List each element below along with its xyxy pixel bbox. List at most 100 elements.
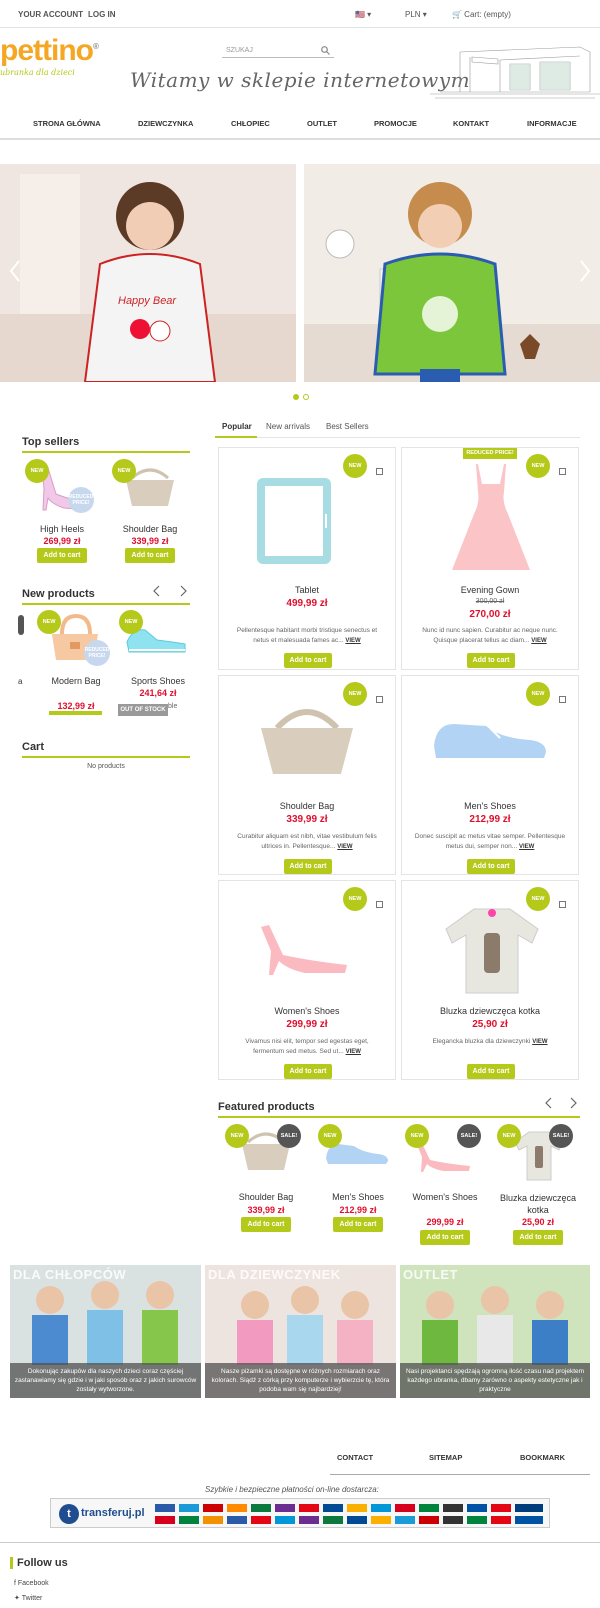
tab-popular[interactable]: Popular <box>222 422 252 431</box>
menu-item-home[interactable]: STRONA GŁÓWNA <box>33 119 101 128</box>
product-card[interactable]: NEW Men's Shoes 212,99 zł Donec suscipit… <box>401 675 579 875</box>
add-to-cart-button[interactable]: Add to cart <box>284 1064 332 1079</box>
view-link[interactable]: VIEW <box>519 844 534 850</box>
top-bar: YOUR ACCOUNT LOG IN 🇺🇸 ▾ PLN ▾ 🛒 Cart: (… <box>0 0 600 28</box>
login-link[interactable]: LOG IN <box>88 10 116 19</box>
view-link[interactable]: VIEW <box>346 1049 361 1055</box>
banner-caption: Nasi projektanci spędzają ogromną ilość … <box>400 1363 590 1398</box>
product-name[interactable]: Shoulder Bag <box>222 1192 310 1202</box>
new-badge: NEW <box>343 454 367 478</box>
product-name[interactable]: Modern Bag <box>36 676 116 686</box>
product-name[interactable]: High Heels <box>22 524 102 534</box>
carousel-prev-icon[interactable] <box>153 585 161 597</box>
slider-next-arrow-icon[interactable] <box>578 259 592 283</box>
partial-product-image <box>18 615 24 635</box>
product-name[interactable]: Bluzka dziewczęca kotka <box>402 1006 578 1016</box>
add-to-cart-button[interactable]: Add to cart <box>284 859 332 874</box>
view-link[interactable]: VIEW <box>337 844 352 850</box>
compare-checkbox[interactable] <box>559 901 566 908</box>
product-name[interactable]: Shoulder Bag <box>219 801 395 811</box>
compare-checkbox[interactable] <box>376 901 383 908</box>
product-name[interactable]: Sports Shoes <box>118 676 198 686</box>
your-account-link[interactable]: YOUR ACCOUNT <box>18 10 83 19</box>
menu-item-boy[interactable]: CHŁOPIEC <box>231 119 270 128</box>
tab-best-sellers[interactable]: Best Sellers <box>326 422 369 431</box>
new-badge: NEW <box>37 610 61 634</box>
product-name[interactable]: Women's Shoes <box>219 1006 395 1016</box>
product-card[interactable]: NEW Tablet 499,99 zł Pellentesque habita… <box>218 447 396 670</box>
logo-tagline: ubranka dla dzieci <box>0 68 75 77</box>
sale-badge: SALE! <box>277 1124 301 1148</box>
add-to-cart-button[interactable]: Add to cart <box>37 548 87 563</box>
view-link[interactable]: VIEW <box>532 1039 547 1045</box>
add-to-cart-button[interactable]: Add to cart <box>467 653 515 668</box>
product-name[interactable]: Men's Shoes <box>314 1192 402 1202</box>
add-to-cart-button-partial[interactable] <box>49 711 102 715</box>
product-name[interactable]: Shoulder Bag <box>110 524 190 534</box>
add-to-cart-button[interactable]: Add to cart <box>420 1230 470 1245</box>
add-to-cart-button[interactable]: Add to cart <box>333 1217 383 1232</box>
search-box: SZUKAJ <box>222 44 334 58</box>
product-name[interactable]: Men's Shoes <box>402 801 578 811</box>
view-link[interactable]: VIEW <box>531 638 546 644</box>
product-card[interactable]: REDUCED PRICE! NEW Evening Gown 300,00 z… <box>401 447 579 670</box>
add-to-cart-button[interactable]: Add to cart <box>125 548 175 563</box>
compare-checkbox[interactable] <box>376 696 383 703</box>
footer-bottom-divider <box>0 1542 600 1543</box>
carousel-next-icon[interactable] <box>179 585 187 597</box>
payments-text: Szybkie i bezpieczne płatności on-line d… <box>205 1485 379 1494</box>
menu-item-girl[interactable]: DZIEWCZYNKA <box>138 119 193 128</box>
add-to-cart-button[interactable]: Add to cart <box>467 859 515 874</box>
search-icon[interactable] <box>321 46 330 55</box>
bank-logos-image <box>155 1504 543 1524</box>
menu-item-outlet[interactable]: OUTLET <box>307 119 337 128</box>
payments-banner[interactable]: t transferuj.pl <box>50 1498 550 1528</box>
currency-select[interactable]: PLN ▾ <box>405 10 427 19</box>
out-of-stock-label: OUT OF STOCK <box>118 704 168 716</box>
logo[interactable]: pettino® ubranka dla dzieci <box>0 34 125 84</box>
menu-item-promotions[interactable]: PROMOCJE <box>374 119 417 128</box>
banner-girls[interactable]: DLA DZIEWCZYNEK Nasze piżamki są dostępn… <box>205 1265 396 1398</box>
footer-bookmark-link[interactable]: BOOKMARK <box>520 1453 565 1462</box>
product-card[interactable]: NEW Shoulder Bag 339,99 zł Curabitur ali… <box>218 675 396 875</box>
availability-text: ble <box>168 703 178 710</box>
cart-link[interactable]: 🛒 Cart: (empty) <box>452 10 511 19</box>
shop-sketch-image <box>430 46 600 99</box>
add-to-cart-button[interactable]: Add to cart <box>513 1230 563 1245</box>
product-name[interactable]: Evening Gown <box>402 585 578 595</box>
main-menu: STRONA GŁÓWNA DZIEWCZYNKA CHŁOPIEC OUTLE… <box>0 110 600 140</box>
add-to-cart-button[interactable]: Add to cart <box>284 653 332 668</box>
footer-contact-link[interactable]: CONTACT <box>337 1453 373 1462</box>
menu-item-info[interactable]: INFORMACJE <box>527 119 577 128</box>
slider-prev-arrow-icon[interactable] <box>8 259 22 283</box>
compare-checkbox[interactable] <box>559 696 566 703</box>
product-card[interactable]: NEW Bluzka dziewczęca kotka 25,90 zł Ele… <box>401 880 579 1080</box>
slider-dot-2[interactable] <box>303 394 309 400</box>
product-price: 339,99 zł <box>286 814 328 825</box>
banner-boys[interactable]: DLA CHŁOPCÓW Dokonując zakupów dla naszy… <box>10 1265 201 1398</box>
product-card[interactable]: NEW Women's Shoes 299,99 zł Vivamus nisi… <box>218 880 396 1080</box>
tab-new-arrivals[interactable]: New arrivals <box>266 422 310 431</box>
new-badge: NEW <box>343 887 367 911</box>
add-to-cart-button[interactable]: Add to cart <box>467 1064 515 1079</box>
view-link[interactable]: VIEW <box>345 638 360 644</box>
product-name[interactable]: Bluzka dziewczęca kotka <box>492 1192 584 1216</box>
product-name[interactable]: Women's Shoes <box>401 1192 489 1202</box>
facebook-link[interactable]: Facebook <box>18 1580 49 1587</box>
slider-dot-1[interactable] <box>293 394 299 400</box>
mens-shoes-image <box>434 724 546 758</box>
featured-prev-icon[interactable] <box>545 1097 553 1109</box>
language-select[interactable]: 🇺🇸 ▾ <box>355 10 371 19</box>
partial-product-name: a <box>18 677 23 686</box>
menu-item-contact[interactable]: KONTAKT <box>453 119 489 128</box>
search-input[interactable]: SZUKAJ <box>226 47 253 54</box>
product-name[interactable]: Tablet <box>219 585 395 595</box>
compare-checkbox[interactable] <box>559 468 566 475</box>
twitter-link[interactable]: Twitter <box>22 1595 43 1602</box>
add-to-cart-button[interactable]: Add to cart <box>241 1217 291 1232</box>
product-price: 132,99 zł <box>57 701 95 711</box>
banner-outlet[interactable]: OUTLET Nasi projektanci spędzają ogromną… <box>400 1265 590 1398</box>
footer-sitemap-link[interactable]: SITEMAP <box>429 1453 462 1462</box>
compare-checkbox[interactable] <box>376 468 383 475</box>
featured-next-icon[interactable] <box>569 1097 577 1109</box>
